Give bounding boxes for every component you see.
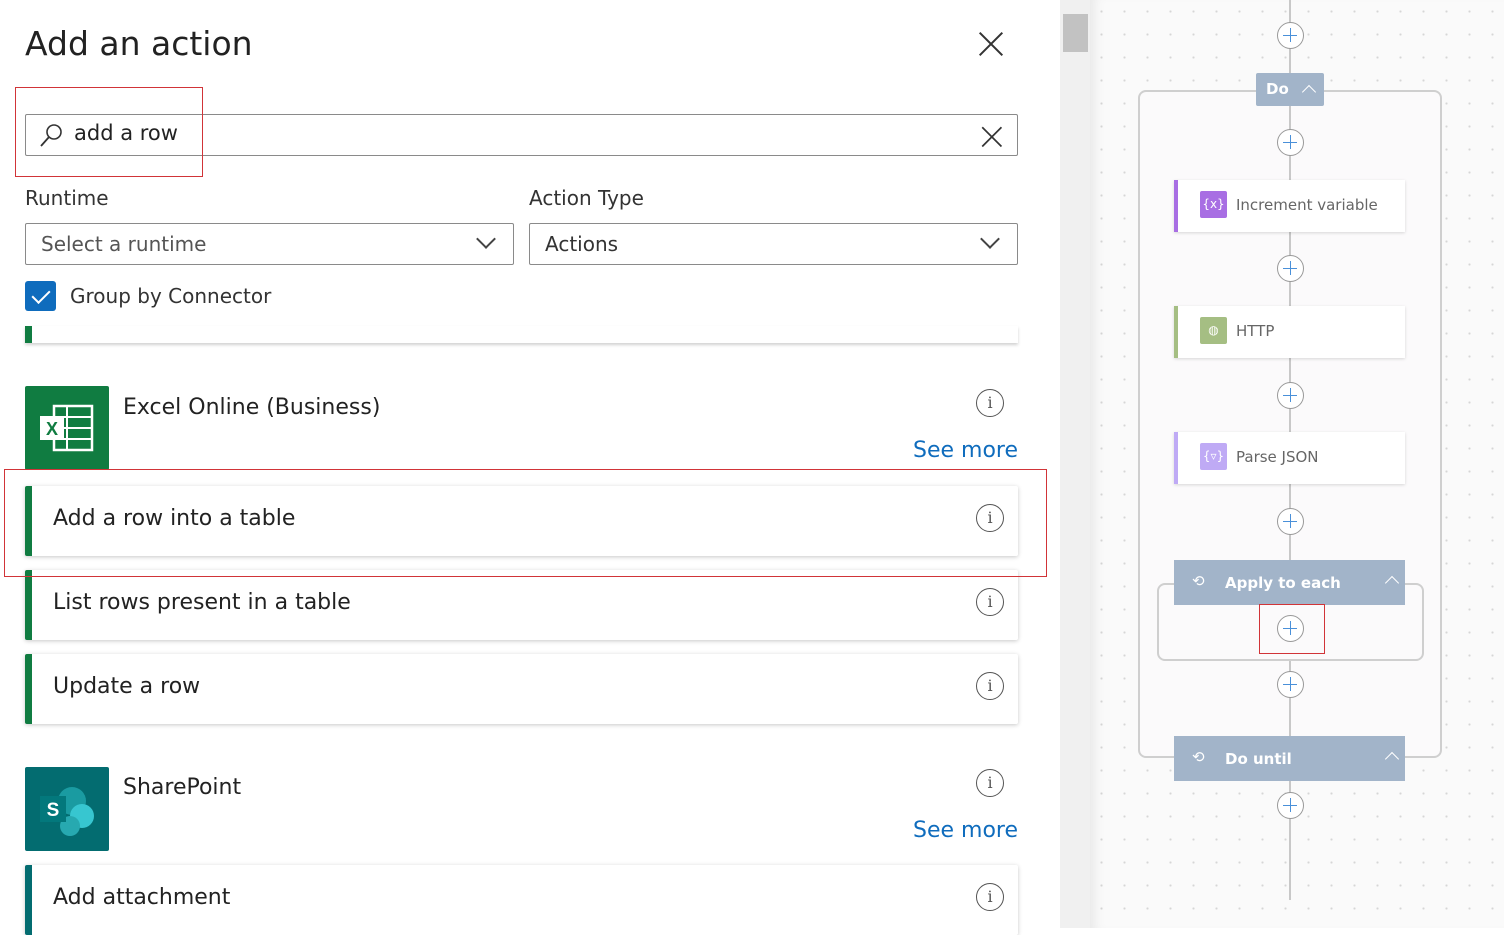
- action-type-label: Action Type: [529, 186, 644, 210]
- chevron-up-icon[interactable]: [1384, 751, 1400, 767]
- panel-title: Add an action: [25, 24, 253, 63]
- flow-node-parse-json[interactable]: {▿} Parse JSON: [1174, 432, 1405, 484]
- loop-icon: ⟲: [1192, 572, 1205, 590]
- scrollbar-thumb[interactable]: [1063, 14, 1088, 52]
- group-by-label: Group by Connector: [70, 284, 272, 308]
- action-item[interactable]: Add attachment i: [25, 865, 1018, 935]
- scrollbar[interactable]: [1060, 0, 1090, 928]
- chevron-down-icon: [476, 229, 496, 249]
- add-step-button[interactable]: [1277, 382, 1304, 409]
- highlight-box: [15, 87, 203, 177]
- action-label: Add attachment: [53, 885, 231, 910]
- node-label: HTTP: [1236, 322, 1275, 340]
- node-label: Increment variable: [1236, 196, 1378, 214]
- connector-title: SharePoint: [123, 775, 242, 800]
- info-icon[interactable]: i: [976, 883, 1004, 911]
- node-label: Parse JSON: [1236, 448, 1319, 466]
- info-icon[interactable]: i: [976, 769, 1004, 797]
- do-until-header[interactable]: ⟲ Do until: [1174, 736, 1405, 781]
- runtime-value: Select a runtime: [41, 232, 207, 256]
- do-scope-header[interactable]: Do: [1256, 73, 1324, 106]
- flow-node-increment-variable[interactable]: {x} Increment variable: [1174, 180, 1405, 232]
- action-type-value: Actions: [545, 232, 619, 256]
- action-type-dropdown[interactable]: Actions: [529, 223, 1018, 265]
- info-icon[interactable]: i: [976, 588, 1004, 616]
- variable-icon: {x}: [1200, 191, 1227, 218]
- group-by-checkbox[interactable]: [25, 281, 56, 311]
- add-action-panel: Add an action Runtime Action Type Select…: [0, 0, 1060, 935]
- svg-text:X: X: [46, 419, 58, 439]
- add-step-button[interactable]: [1277, 255, 1304, 282]
- chevron-up-icon[interactable]: [1384, 575, 1400, 591]
- info-icon[interactable]: i: [976, 389, 1004, 417]
- action-item[interactable]: List rows present in a table i: [25, 570, 1018, 640]
- loop-icon: ⟲: [1192, 748, 1205, 766]
- runtime-dropdown[interactable]: Select a runtime: [25, 223, 514, 265]
- see-more-link[interactable]: See more: [880, 818, 1018, 843]
- info-icon[interactable]: i: [976, 672, 1004, 700]
- do-until-label: Do until: [1225, 750, 1292, 768]
- runtime-label: Runtime: [25, 186, 109, 210]
- sharepoint-logo: S: [25, 767, 109, 851]
- add-step-button[interactable]: [1277, 129, 1304, 156]
- see-more-link[interactable]: See more: [880, 438, 1018, 463]
- svg-text:S: S: [47, 800, 60, 821]
- globe-icon: ◍: [1200, 317, 1227, 344]
- add-step-button[interactable]: [1277, 508, 1304, 535]
- action-label: List rows present in a table: [53, 590, 351, 615]
- apply-to-each-header[interactable]: ⟲ Apply to each: [1174, 560, 1405, 605]
- highlight-box: [1259, 604, 1325, 654]
- data-operation-icon: {▿}: [1200, 443, 1227, 470]
- connector-title: Excel Online (Business): [123, 395, 381, 420]
- add-step-button[interactable]: [1277, 22, 1304, 49]
- clear-search-icon[interactable]: [980, 125, 1002, 147]
- apply-to-each-label: Apply to each: [1225, 574, 1341, 592]
- add-step-button[interactable]: [1277, 671, 1304, 698]
- highlight-box: [4, 469, 1047, 577]
- add-step-button[interactable]: [1277, 792, 1304, 819]
- action-item[interactable]: Update a row i: [25, 654, 1018, 724]
- chevron-down-icon: [980, 229, 1000, 249]
- action-label: Update a row: [53, 674, 201, 699]
- close-panel-icon[interactable]: [977, 30, 1003, 56]
- do-label: Do: [1266, 80, 1289, 98]
- chevron-up-icon[interactable]: [1301, 84, 1317, 100]
- previous-card-partial: [25, 326, 1018, 343]
- excel-logo: X: [25, 386, 109, 470]
- flow-node-http[interactable]: ◍ HTTP: [1174, 306, 1405, 358]
